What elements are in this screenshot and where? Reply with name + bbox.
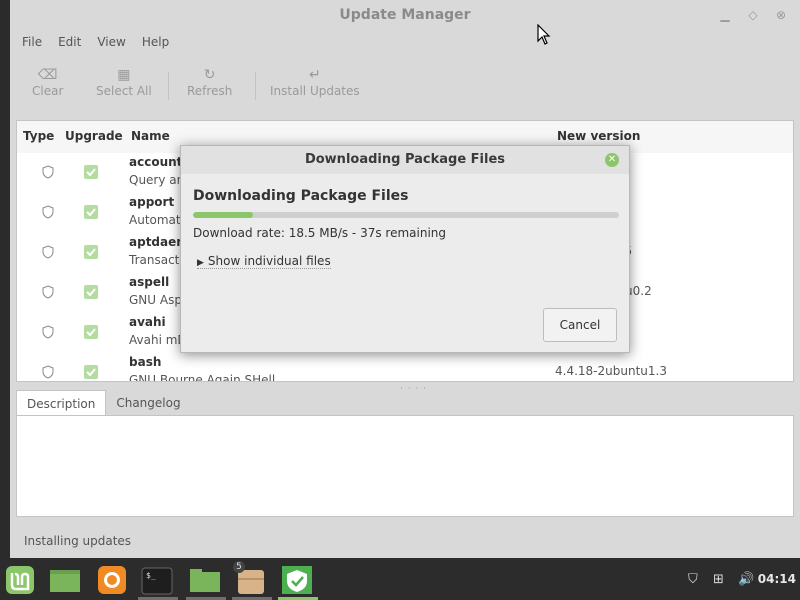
package-description: Automati	[129, 213, 184, 227]
clear-icon: ⌫	[37, 67, 58, 83]
tab-description[interactable]: Description	[16, 390, 107, 416]
refresh-label: Refresh	[187, 84, 233, 98]
shield-tray-icon[interactable]: ⛉	[688, 572, 698, 587]
download-progress-bar	[193, 212, 619, 218]
clear-label: Clear	[32, 84, 64, 98]
package-name: apport	[129, 195, 175, 209]
menu-help[interactable]: Help	[134, 32, 177, 54]
column-upgrade[interactable]: Upgrade	[65, 129, 123, 143]
close-button[interactable]: ⊗	[774, 8, 788, 22]
dialog-title-bar[interactable]: Downloading Package Files ✕	[181, 146, 629, 174]
package-description: Transacti	[129, 253, 183, 267]
clock[interactable]: 04:14	[758, 572, 796, 586]
menu-bar: File Edit View Help	[10, 32, 177, 54]
package-name: aspell	[129, 275, 170, 289]
details-tabs: Description Changelog	[16, 390, 191, 416]
select-all-button[interactable]: ▦ Select All	[96, 66, 152, 98]
install-updates-button[interactable]: ↵ Install Updates	[270, 66, 360, 98]
firefox-icon[interactable]	[96, 564, 130, 596]
dialog-heading: Downloading Package Files	[193, 188, 409, 204]
package-description: GNU Asp	[129, 293, 182, 307]
security-shield-icon	[42, 325, 54, 339]
column-name[interactable]: Name	[131, 129, 170, 143]
files-icon[interactable]	[188, 564, 222, 596]
upgrade-checkbox[interactable]	[84, 165, 98, 179]
security-shield-icon	[42, 205, 54, 219]
menu-view[interactable]: View	[89, 32, 133, 54]
cancel-button[interactable]: Cancel	[543, 308, 617, 342]
update-manager-icon[interactable]	[280, 564, 314, 596]
upgrade-checkbox[interactable]	[84, 245, 98, 259]
expander-label: Show individual files	[207, 254, 331, 268]
install-icon: ↵	[308, 67, 321, 83]
package-name: avahi	[129, 315, 166, 329]
show-individual-files-expander[interactable]: ▶ Show individual files	[197, 254, 331, 269]
mouse-cursor-icon	[537, 24, 551, 45]
refresh-icon: ↻	[203, 67, 216, 83]
window-controls: ▁ ◇ ⊗	[718, 8, 788, 22]
expander-arrow-icon: ▶	[197, 258, 204, 268]
package-description: Avahi mD	[129, 333, 187, 347]
security-shield-icon	[42, 245, 54, 259]
package-version: 4.4.18-2ubuntu1.3	[555, 364, 667, 378]
details-pane: Description Changelog	[16, 390, 794, 518]
table-row[interactable]: bash GNU Bourne Again SHell 4.4.18-2ubuntu…	[17, 353, 793, 382]
dialog-close-button[interactable]: ✕	[605, 153, 619, 167]
upgrade-checkbox[interactable]	[84, 365, 98, 379]
upgrade-checkbox[interactable]	[84, 285, 98, 299]
download-dialog: Downloading Package Files ✕ Downloading …	[180, 145, 630, 353]
terminal-icon[interactable]: $_	[140, 564, 174, 596]
select-all-icon: ▦	[117, 67, 131, 83]
toolbar-separator	[255, 72, 256, 100]
upgrade-checkbox[interactable]	[84, 325, 98, 339]
title-bar[interactable]: Update Manager ▁ ◇ ⊗	[10, 0, 800, 30]
toolbar: ⌫ Clear ▦ Select All ↻ Refresh ↵ Install…	[10, 60, 800, 110]
column-new-version[interactable]: New version	[557, 129, 640, 143]
upgrade-checkbox[interactable]	[84, 205, 98, 219]
security-shield-icon	[42, 285, 54, 299]
install-label: Install Updates	[270, 84, 360, 98]
package-name: bash	[129, 355, 162, 369]
menu-file[interactable]: File	[14, 32, 50, 54]
status-bar: Installing updates	[24, 534, 132, 548]
refresh-button[interactable]: ↻ Refresh	[187, 66, 232, 98]
menu-edit[interactable]: Edit	[50, 32, 89, 54]
svg-text:$_: $_	[146, 571, 156, 580]
dialog-title: Downloading Package Files	[304, 152, 506, 167]
description-panel	[16, 415, 794, 517]
minimize-button[interactable]: ▁	[718, 8, 732, 22]
network-tray-icon[interactable]: ⊞	[713, 572, 724, 587]
package-description: Query an	[129, 173, 185, 187]
security-shield-icon	[42, 165, 54, 179]
volume-tray-icon[interactable]: 🔊	[738, 572, 754, 587]
column-type[interactable]: Type	[23, 129, 54, 143]
download-rate-text: Download rate: 18.5 MB/s - 37s remaining	[193, 226, 446, 240]
window-count-badge: 5	[233, 561, 245, 573]
select-all-label: Select All	[96, 84, 152, 98]
security-shield-icon	[42, 365, 54, 379]
tab-changelog[interactable]: Changelog	[106, 390, 190, 416]
toolbar-separator	[168, 72, 169, 100]
window-title: Update Manager	[339, 7, 471, 23]
maximize-button[interactable]: ◇	[746, 8, 760, 22]
show-desktop-icon[interactable]	[48, 564, 82, 596]
progress-fill	[193, 212, 253, 218]
taskbar: $_ ⛉ ⊞ 🔊 04:14	[0, 560, 800, 600]
clear-button[interactable]: ⌫ Clear	[32, 66, 63, 98]
mint-menu-icon[interactable]	[4, 564, 38, 596]
package-description: GNU Bourne Again SHell	[129, 373, 276, 382]
